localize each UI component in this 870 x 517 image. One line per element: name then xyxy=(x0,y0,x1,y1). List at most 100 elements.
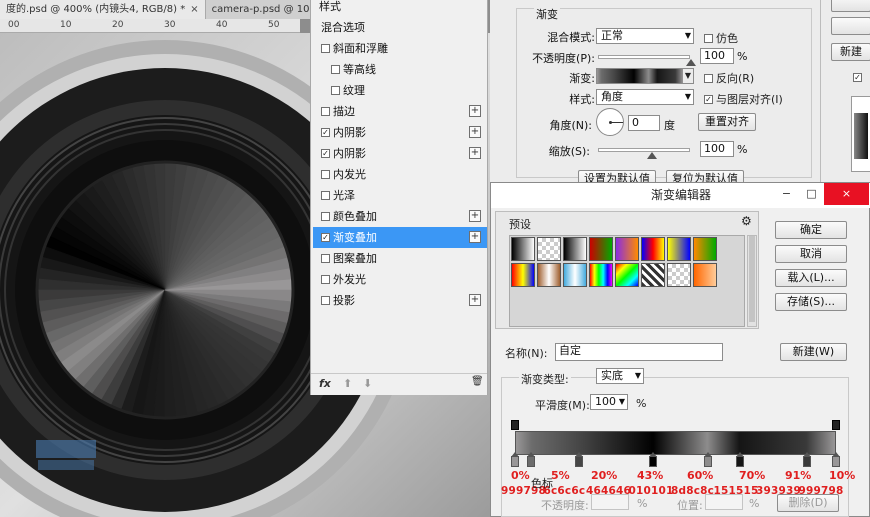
minimize-icon[interactable]: − xyxy=(774,183,799,205)
opacity-input[interactable]: 100 xyxy=(700,48,734,64)
checkbox-icon[interactable] xyxy=(321,295,330,305)
style-item[interactable]: 纹理 xyxy=(313,80,487,101)
scrollbar-thumb[interactable] xyxy=(749,236,755,322)
scale-input[interactable]: 100 xyxy=(700,141,734,157)
add-instance-icon[interactable]: + xyxy=(469,294,481,306)
style-item[interactable]: 内发光 xyxy=(313,164,487,185)
checkmark-icon[interactable]: ✓ xyxy=(321,148,330,158)
new-gradient-button[interactable]: 新建(W) xyxy=(780,343,847,361)
style-item[interactable]: ✓ 内阴影 + xyxy=(313,143,487,164)
trash-icon[interactable]: 🗑 xyxy=(471,376,484,387)
gradient-picker[interactable]: ▼ xyxy=(596,68,694,84)
maximize-icon[interactable]: □ xyxy=(799,183,824,205)
style-select[interactable]: 角度 ▼ xyxy=(596,89,694,105)
load-button[interactable]: 载入(L)... xyxy=(775,269,847,287)
gear-icon[interactable]: ⚙ xyxy=(741,214,752,228)
ok-button-partial[interactable] xyxy=(831,0,870,12)
move-down-icon[interactable]: ⬇ xyxy=(363,377,372,390)
stop-position-input[interactable] xyxy=(705,494,743,510)
preset-swatch[interactable] xyxy=(589,237,613,261)
type-select[interactable]: 实底 ▼ xyxy=(596,368,644,384)
cancel-button-partial[interactable] xyxy=(831,17,870,35)
checkbox-icon[interactable] xyxy=(331,64,340,74)
reset-alignment-button[interactable]: 重置对齐 xyxy=(698,113,756,131)
gradient-preview-swatch[interactable] xyxy=(597,69,683,83)
angle-dial[interactable] xyxy=(596,108,624,136)
preset-swatch[interactable] xyxy=(667,237,691,261)
color-stop-marker[interactable] xyxy=(832,452,840,467)
color-stop-marker[interactable] xyxy=(803,452,812,467)
style-item[interactable]: 描边 + xyxy=(313,101,487,122)
preset-swatch[interactable] xyxy=(563,237,587,261)
slider-thumb[interactable] xyxy=(647,152,657,159)
checkbox-icon[interactable] xyxy=(321,253,330,263)
color-stop-marker[interactable] xyxy=(735,452,744,467)
checkbox-icon[interactable] xyxy=(321,43,330,53)
preset-swatch[interactable] xyxy=(537,263,561,287)
preset-swatch[interactable] xyxy=(615,263,639,287)
preset-swatch[interactable] xyxy=(563,263,587,287)
align-with-layer-checkbox[interactable]: ✓ 与图层对齐(I) xyxy=(704,91,783,107)
new-style-button[interactable]: 新建 xyxy=(831,43,870,61)
close-icon[interactable]: × xyxy=(824,183,869,205)
ok-button[interactable]: 确定 xyxy=(775,221,847,239)
styles-header[interactable]: 样式 xyxy=(313,0,487,17)
fx-icon[interactable]: fx xyxy=(319,377,331,390)
style-item[interactable]: ✓ 内阴影 + xyxy=(313,122,487,143)
smoothness-select[interactable]: 100 ▼ xyxy=(590,394,628,410)
preset-scrollbar[interactable] xyxy=(747,235,757,327)
checkbox-icon[interactable] xyxy=(321,211,330,221)
save-button[interactable]: 存储(S)... xyxy=(775,293,847,311)
preset-swatch[interactable] xyxy=(693,237,717,261)
cancel-button[interactable]: 取消 xyxy=(775,245,847,263)
style-item[interactable]: 外发光 xyxy=(313,269,487,290)
style-item[interactable]: 斜面和浮雕 xyxy=(313,38,487,59)
add-instance-icon[interactable]: + xyxy=(469,210,481,222)
style-item[interactable]: ✓ 渐变叠加 + xyxy=(313,227,487,248)
move-up-icon[interactable]: ⬆ xyxy=(343,377,352,390)
checkbox-icon[interactable] xyxy=(321,274,330,284)
doc-tab-1[interactable]: 度的.psd @ 400% (内镜头4, RGB/8) * × xyxy=(0,0,206,19)
blend-mode-select[interactable]: 正常 ▼ xyxy=(596,28,694,44)
opacity-stop-marker[interactable] xyxy=(832,420,840,430)
checkmark-icon[interactable]: ✓ xyxy=(321,127,330,137)
stop-opacity-input[interactable] xyxy=(591,494,629,510)
angle-input[interactable]: 0 xyxy=(628,115,660,131)
color-stop-marker[interactable] xyxy=(703,452,712,467)
preset-swatch[interactable] xyxy=(641,237,665,261)
gradient-bar[interactable] xyxy=(515,431,836,455)
dither-checkbox[interactable]: 仿色 xyxy=(704,30,738,46)
checkbox-icon[interactable] xyxy=(321,169,330,179)
name-input[interactable]: 自定 xyxy=(555,343,723,361)
color-stop-marker[interactable] xyxy=(527,452,536,467)
opacity-stop-marker[interactable] xyxy=(511,420,519,430)
preset-swatch[interactable] xyxy=(589,263,613,287)
style-item[interactable]: 图案叠加 xyxy=(313,248,487,269)
preset-swatch[interactable] xyxy=(511,263,535,287)
checkbox-icon[interactable] xyxy=(331,85,340,95)
style-item[interactable]: 等高线 xyxy=(313,59,487,80)
reverse-checkbox[interactable]: 反向(R) xyxy=(704,70,754,86)
add-instance-icon[interactable]: + xyxy=(469,147,481,159)
style-item[interactable]: 投影 + xyxy=(313,290,487,311)
preset-swatch[interactable] xyxy=(615,237,639,261)
scale-slider[interactable] xyxy=(598,148,690,159)
opacity-slider[interactable] xyxy=(598,55,696,66)
checkbox-icon[interactable] xyxy=(321,190,330,200)
add-instance-icon[interactable]: + xyxy=(469,105,481,117)
checkmark-icon[interactable]: ✓ xyxy=(321,232,330,242)
add-instance-icon[interactable]: + xyxy=(469,126,481,138)
slider-thumb[interactable] xyxy=(686,59,696,66)
add-instance-icon[interactable]: + xyxy=(469,231,481,243)
style-item[interactable]: 混合选项 xyxy=(313,17,487,38)
color-stop-marker[interactable] xyxy=(649,452,658,467)
preview-checkbox[interactable]: ✓ xyxy=(853,72,862,82)
doc-tab-1-close-icon[interactable]: × xyxy=(190,4,198,15)
preset-swatch[interactable] xyxy=(667,263,691,287)
preset-swatch[interactable] xyxy=(537,237,561,261)
color-stop-marker[interactable] xyxy=(511,452,519,467)
preset-swatch[interactable] xyxy=(693,263,717,287)
preset-swatch[interactable] xyxy=(511,237,535,261)
preset-swatch[interactable] xyxy=(641,263,665,287)
delete-stop-button[interactable]: 删除(D) xyxy=(777,494,839,512)
